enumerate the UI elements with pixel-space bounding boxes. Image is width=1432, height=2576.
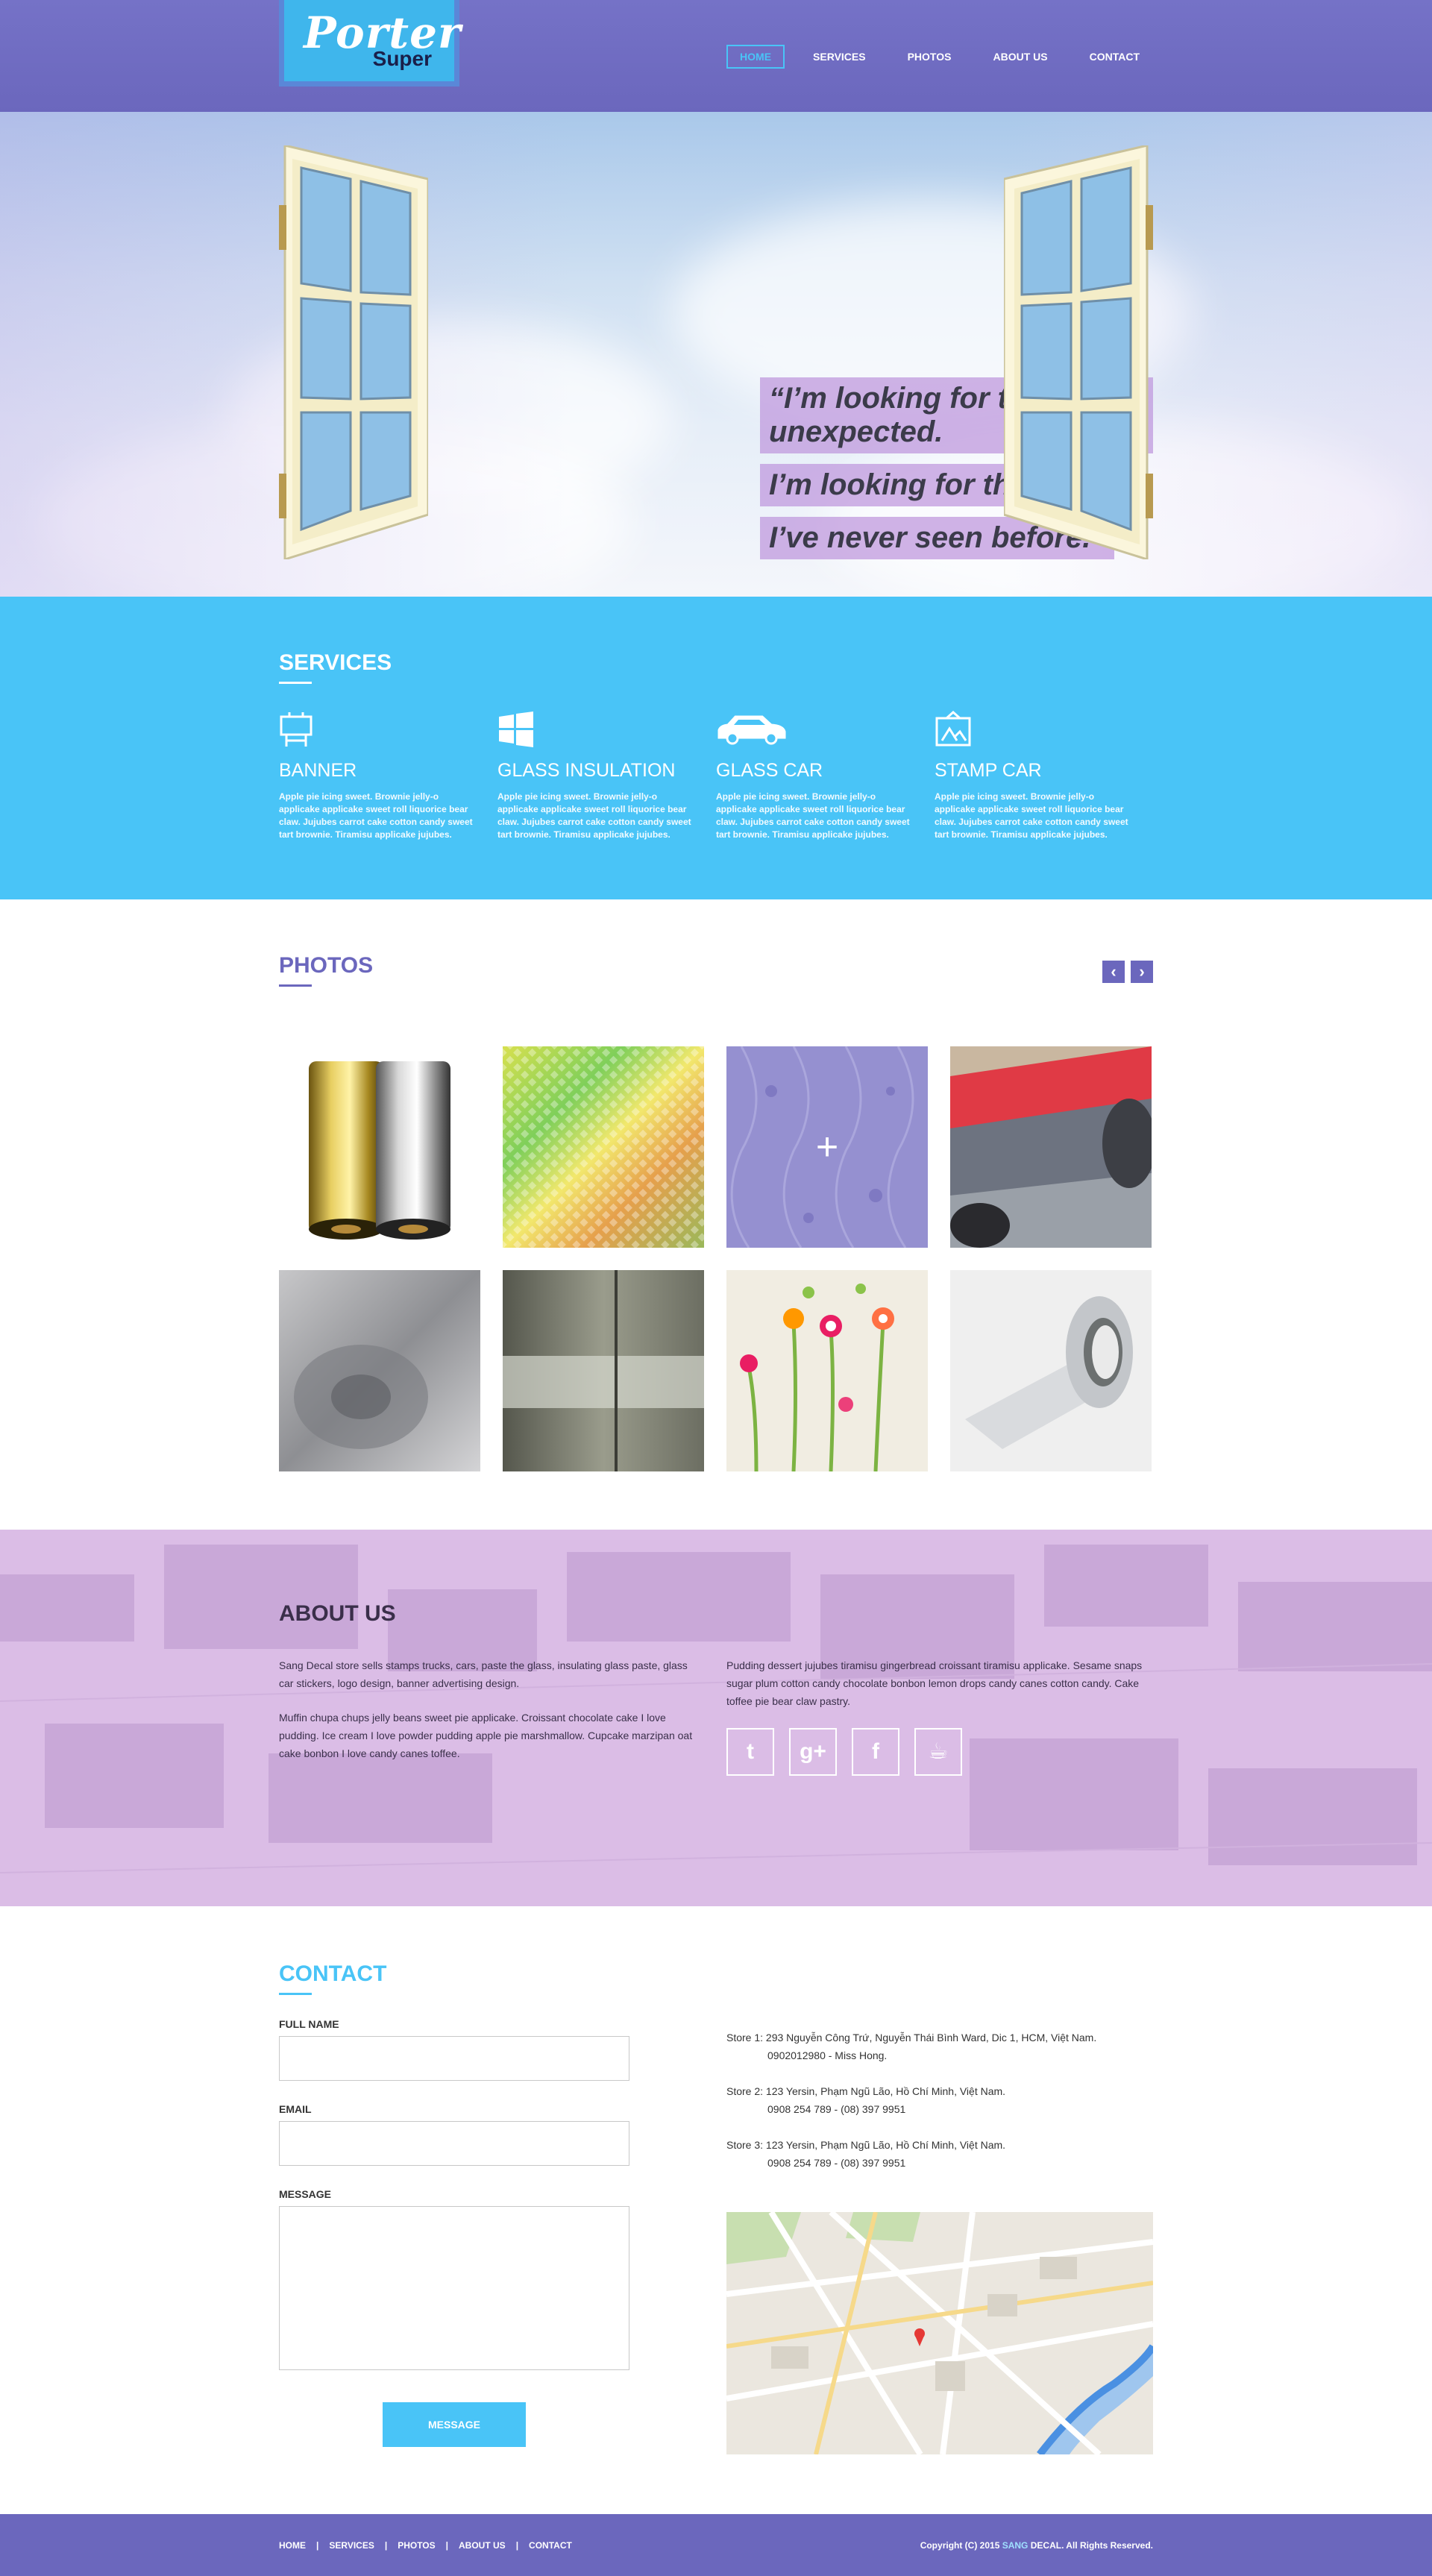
footer-link-contact[interactable]: CONTACT [529,2540,572,2551]
right-window-image [1004,145,1153,559]
plus-icon[interactable]: + [726,1046,928,1248]
nav-services[interactable]: SERVICES [800,45,879,69]
service-glass-insulation[interactable]: GLASS INSULATION Apple pie icing sweet. … [497,711,716,841]
nav-about-us[interactable]: ABOUT US [979,45,1061,69]
photo-brushed-aluminum-roll[interactable] [279,1270,480,1471]
photo-lavender-wallpaper[interactable]: + [726,1046,928,1248]
twitter-icon[interactable]: t [726,1728,774,1776]
services-title: SERVICES [279,597,1153,684]
store-item: Store 1: 293 Nguyễn Công Trứ, Nguyễn Thá… [726,2029,1153,2064]
prev-arrow-icon[interactable]: ‹ [1102,961,1125,983]
footer-separator: | [384,2539,388,2551]
picture-frame-icon [935,710,1153,751]
service-text: Apple pie icing sweet. Brownie jelly-o a… [935,791,1128,840]
windows-icon [497,711,716,751]
service-text: Apple pie icing sweet. Brownie jelly-o a… [279,791,473,840]
store-phone: 0908 254 789 - (08) 397 9951 [767,2103,906,2115]
footer-separator: | [445,2539,449,2551]
google-plus-icon[interactable]: g+ [789,1728,837,1776]
service-title: BANNER [279,760,357,781]
photo-tape-roll[interactable] [950,1270,1152,1471]
email-label: EMAIL [279,2103,312,2115]
store-phone: 0902012980 - Miss Hong. [767,2049,888,2061]
photo-flower-decal[interactable] [726,1270,928,1471]
message-field[interactable] [279,2206,629,2370]
service-text: Apple pie icing sweet. Brownie jelly-o a… [716,791,910,840]
about-paragraph-2: Muffin chupa chups jelly beans sweet pie… [279,1712,693,1759]
copyright-brand: SANG [1002,2539,1029,2551]
nav-photos[interactable]: PHOTOS [894,45,965,69]
store-item: Store 2: 123 Yersin, Phạm Ngũ Lão, Hồ Ch… [726,2082,1153,2118]
footer-link-photos[interactable]: PHOTOS [398,2540,435,2551]
hero-banner: “I’m looking for the unexpected. I’m loo… [0,112,1432,597]
photos-section: PHOTOS ‹ › + [0,899,1432,1530]
main-nav: HOME SERVICES PHOTOS ABOUT US CONTACT [712,45,1153,69]
footer-nav: HOME | SERVICES | PHOTOS | ABOUT US | CO… [279,2540,572,2551]
photo-grid: + [279,1046,1153,1471]
store-map[interactable] [726,2212,1153,2454]
footer-separator: | [515,2539,519,2551]
copyright-pre: Copyright (C) 2015 [920,2539,1000,2551]
services-section: SERVICES BANNER Apple pie icing sweet. B… [0,597,1432,899]
about-title: ABOUT US [279,1530,1153,1627]
copyright: Copyright (C) 2015 SANG DECAL. All Right… [920,2540,1153,2551]
service-text: Apple pie icing sweet. Brownie jelly-o a… [497,791,691,840]
site-logo[interactable]: Porter Super [279,0,461,87]
photo-frosted-glass[interactable] [503,1270,704,1471]
next-arrow-icon[interactable]: › [1131,961,1153,983]
footer-link-about-us[interactable]: ABOUT US [459,2540,506,2551]
contact-form: FULL NAME EMAIL MESSAGE MESSAGE [279,2018,629,2447]
store-address: Store 3: 123 Yersin, Phạm Ngũ Lão, Hồ Ch… [726,2139,1006,2151]
full-name-label: FULL NAME [279,2018,339,2030]
logo-line2: Super [372,47,432,70]
service-title: GLASS CAR [716,760,823,781]
footer-separator: | [316,2539,319,2551]
coffee-cup-icon[interactable]: ☕ [914,1728,962,1776]
nav-home[interactable]: HOME [726,45,785,69]
service-stamp-car[interactable]: STAMP CAR Apple pie icing sweet. Brownie… [935,710,1153,841]
service-title: GLASS INSULATION [497,760,676,781]
send-message-button[interactable]: MESSAGE [383,2402,526,2447]
footer-link-home[interactable]: HOME [279,2540,306,2551]
photo-carbon-rolls[interactable] [950,1046,1152,1248]
footer-link-services[interactable]: SERVICES [329,2540,374,2551]
contact-title: CONTACT [279,1906,1153,1995]
photos-title: PHOTOS [279,899,1153,987]
store-phone: 0908 254 789 - (08) 397 9951 [767,2157,906,2169]
photo-gold-silver-rolls[interactable] [279,1046,480,1248]
site-footer: HOME | SERVICES | PHOTOS | ABOUT US | CO… [0,2514,1432,2576]
billboard-icon [279,711,497,751]
photo-carousel-controls: ‹ › [1102,961,1153,983]
service-title: STAMP CAR [935,760,1042,781]
facebook-icon[interactable]: f [852,1728,899,1776]
photo-holographic-film[interactable] [503,1046,704,1248]
about-paragraph-3: Pudding dessert jujubes tiramisu gingerb… [726,1659,1143,1707]
copyright-post: DECAL. All Rights Reserved. [1030,2539,1153,2551]
store-item: Store 3: 123 Yersin, Phạm Ngũ Lão, Hồ Ch… [726,2136,1153,2172]
message-label: MESSAGE [279,2188,332,2200]
full-name-field[interactable] [279,2036,629,2081]
car-icon [716,711,935,751]
service-glass-car[interactable]: GLASS CAR Apple pie icing sweet. Brownie… [716,711,935,841]
contact-section: CONTACT FULL NAME EMAIL MESSAGE MESSAGE … [0,1906,1432,2514]
store-address: Store 2: 123 Yersin, Phạm Ngũ Lão, Hồ Ch… [726,2085,1006,2097]
social-links: t g+ f ☕ [726,1728,1152,1776]
about-paragraph-1: Sang Decal store sells stamps trucks, ca… [279,1659,688,1689]
left-window-image [279,145,428,559]
site-header: Porter Super HOME SERVICES PHOTOS ABOUT … [0,0,1432,112]
email-field[interactable] [279,2121,629,2166]
about-section: ABOUT US Sang Decal store sells stamps t… [0,1530,1432,1906]
service-banner[interactable]: BANNER Apple pie icing sweet. Brownie je… [279,711,497,841]
store-address: Store 1: 293 Nguyễn Công Trứ, Nguyễn Thá… [726,2032,1097,2043]
nav-contact[interactable]: CONTACT [1076,45,1153,69]
store-list: Store 1: 293 Nguyễn Công Trứ, Nguyễn Thá… [726,2029,1153,2190]
